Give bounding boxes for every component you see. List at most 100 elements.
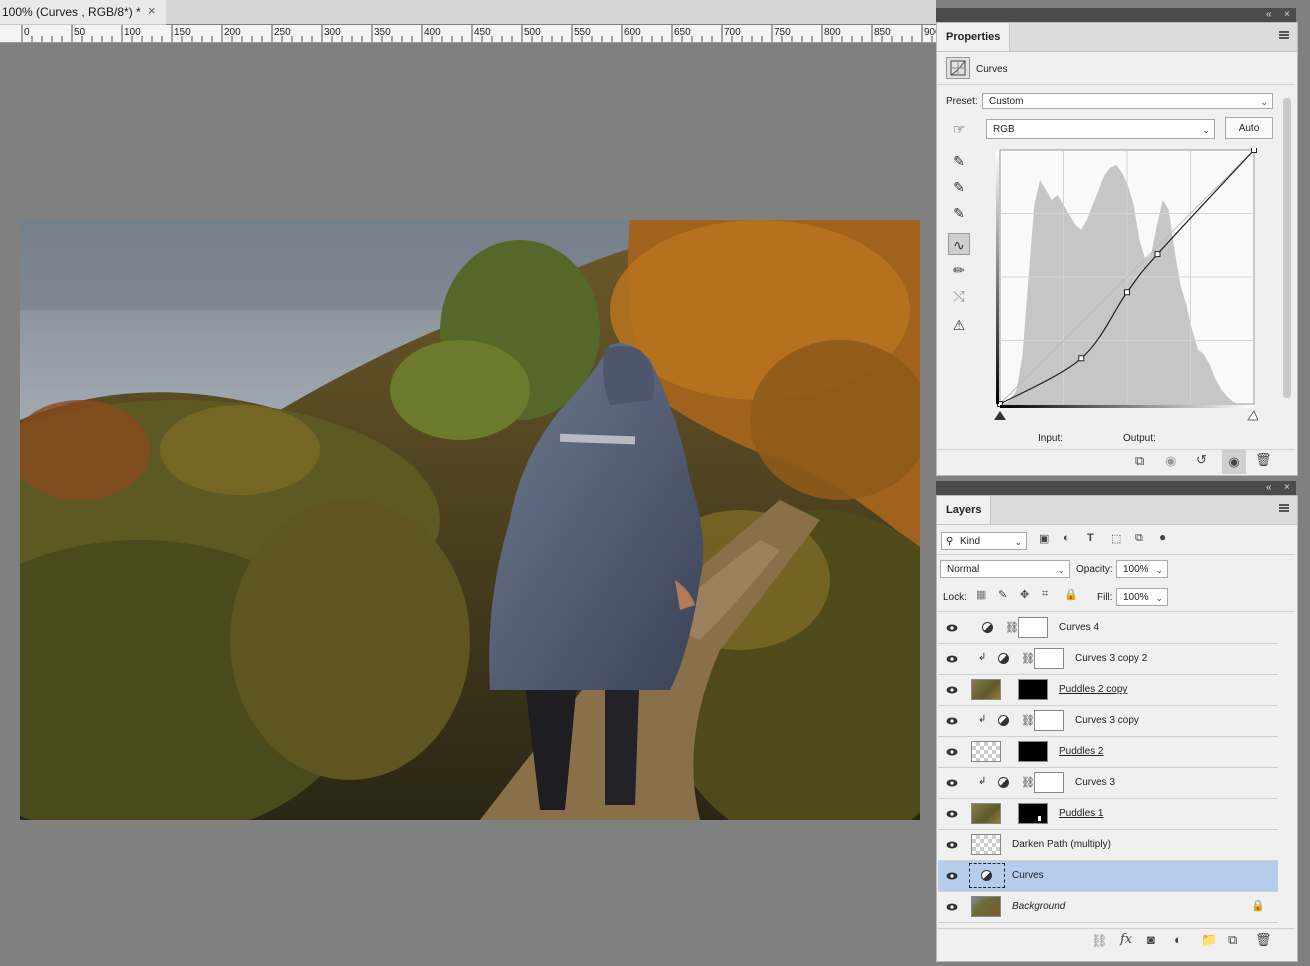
reset-icon[interactable]: ↺ [1196, 452, 1207, 468]
new-adjustment-layer-icon[interactable]: ◐ [1174, 932, 1182, 947]
fill-field[interactable]: 100% ⌄ [1116, 588, 1168, 606]
layer-mask-thumbnail[interactable] [1018, 617, 1048, 638]
target-adjust-icon[interactable]: ☞ [948, 118, 970, 140]
delete-icon[interactable]: 🗑 [1255, 452, 1272, 468]
layer-row-curves-4[interactable]: ⛓ Curves 4 [938, 613, 1278, 644]
layer-name[interactable]: Curves [1012, 870, 1044, 881]
clipping-warning-icon[interactable]: ⚠ [948, 314, 970, 336]
canvas-image[interactable] [20, 220, 920, 820]
layer-thumbnail[interactable] [971, 741, 1001, 762]
ruler-label: 650 [674, 27, 691, 38]
layer-name[interactable]: Curves 3 copy [1075, 715, 1139, 726]
lock-pixels-icon[interactable]: ✎ [998, 588, 1007, 601]
pixel-filter-icon[interactable]: ▣ [1039, 532, 1049, 545]
tab-layers[interactable]: Layers [937, 496, 992, 524]
smooth-curve-icon[interactable]: ⤭ [948, 285, 970, 307]
auto-button[interactable]: Auto [1225, 117, 1273, 139]
white-point-eyedropper-icon[interactable]: ✎ [948, 202, 970, 224]
layer-name[interactable]: Puddles 2 [1059, 746, 1103, 757]
layer-thumbnail[interactable] [971, 834, 1001, 855]
link-icon[interactable]: ⛓ [1005, 621, 1019, 634]
layer-row-puddles-2-copy[interactable]: Puddles 2 copy [938, 675, 1278, 706]
properties-scrollbar[interactable] [1281, 90, 1293, 440]
new-layer-icon[interactable]: ⧉ [1228, 932, 1237, 948]
close-icon[interactable]: × [148, 3, 156, 18]
opacity-field[interactable]: 100% ⌄ [1116, 560, 1168, 578]
tab-properties[interactable]: Properties [937, 23, 1011, 51]
layer-mask-thumbnail[interactable] [1018, 803, 1048, 824]
document-tab[interactable]: 100% (Curves , RGB/8*) * × [0, 0, 166, 25]
layer-name[interactable]: Curves 4 [1059, 622, 1099, 633]
layer-row-puddles-1[interactable]: Puddles 1 [938, 799, 1278, 830]
layer-name[interactable]: Background [1012, 901, 1065, 912]
eye-icon[interactable] [946, 653, 958, 665]
layer-mask-thumbnail[interactable] [1018, 679, 1048, 700]
new-group-icon[interactable]: 📁 [1201, 932, 1217, 948]
eye-icon[interactable] [946, 684, 958, 696]
layer-row-curves[interactable]: Curves [938, 861, 1278, 892]
layer-thumbnail[interactable] [971, 803, 1001, 824]
layer-name[interactable]: Darken Path (multiply) [1012, 839, 1111, 850]
layer-name[interactable]: Curves 3 [1075, 777, 1115, 788]
layer-thumbnail[interactable] [971, 896, 1001, 917]
collapse-icon[interactable]: « [1266, 9, 1272, 20]
lock-all-icon[interactable]: 🔒 [1064, 588, 1078, 601]
panel-menu-icon[interactable] [1279, 504, 1289, 512]
preset-dropdown[interactable]: Custom ⌄ [982, 93, 1273, 109]
link-icon[interactable]: ⛓ [1021, 652, 1035, 665]
smart-object-filter-icon[interactable]: ⧉ [1135, 532, 1143, 545]
layer-thumbnail[interactable] [971, 679, 1001, 700]
layer-mask-thumbnail[interactable] [1034, 772, 1064, 793]
scrollbar-thumb[interactable] [1283, 98, 1291, 398]
curves-graph[interactable] [994, 147, 1259, 428]
link-icon[interactable]: ⛓ [1021, 776, 1035, 789]
visibility-icon[interactable]: ◉ [1222, 450, 1246, 474]
shape-filter-icon[interactable]: ⬚ [1111, 532, 1121, 545]
layer-mask-thumbnail[interactable] [1018, 741, 1048, 762]
eye-icon[interactable] [946, 746, 958, 758]
link-layers-icon[interactable]: ⛓ [1091, 933, 1108, 949]
layer-name[interactable]: Puddles 1 [1059, 808, 1103, 819]
eye-icon[interactable] [946, 622, 958, 634]
channel-dropdown[interactable]: RGB ⌄ [986, 119, 1215, 139]
eye-icon[interactable] [946, 870, 958, 882]
adjustment-filter-icon[interactable]: ◐ [1063, 532, 1070, 544]
link-icon[interactable]: ⛓ [1021, 714, 1035, 727]
eye-icon[interactable] [946, 715, 958, 727]
panel-menu-icon[interactable] [1279, 31, 1289, 39]
black-point-eyedropper-icon[interactable]: ✎ [948, 150, 970, 172]
type-filter-icon[interactable]: T [1087, 532, 1094, 544]
layer-row-background[interactable]: Background 🔒 [938, 892, 1278, 923]
gray-point-eyedropper-icon[interactable]: ✎ [948, 176, 970, 198]
lock-position-icon[interactable]: ✥ [1020, 588, 1029, 601]
layer-row-curves-3-copy[interactable]: ↲ ⛓ Curves 3 copy [938, 706, 1278, 737]
collapse-icon[interactable]: « [1266, 482, 1272, 493]
layer-row-curves-3[interactable]: ↲ ⛓ Curves 3 [938, 768, 1278, 799]
eye-icon[interactable] [946, 839, 958, 851]
lock-transparent-icon[interactable]: ▦ [976, 588, 986, 601]
filter-toggle-icon[interactable]: ● [1159, 530, 1166, 544]
curve-point-tool-icon[interactable]: ∿ [948, 233, 970, 255]
delete-layer-icon[interactable]: 🗑 [1255, 932, 1272, 948]
layer-mask-thumbnail[interactable] [1034, 710, 1064, 731]
layer-row-puddles-2[interactable]: Puddles 2 [938, 737, 1278, 768]
filter-kind-dropdown[interactable]: ⚲ Kind ⌄ [941, 532, 1027, 550]
layer-mask-thumbnail[interactable] [1034, 648, 1064, 669]
blend-mode-dropdown[interactable]: Normal ⌄ [940, 560, 1070, 578]
add-mask-icon[interactable]: ◙ [1147, 932, 1155, 947]
lock-artboard-icon[interactable]: ⌗ [1042, 588, 1048, 601]
eye-icon[interactable] [946, 901, 958, 913]
close-panel-icon[interactable]: × [1284, 9, 1290, 20]
layer-name[interactable]: Curves 3 copy 2 [1075, 653, 1147, 664]
layer-thumbnail-selected[interactable] [969, 863, 1005, 888]
layer-row-darken-path[interactable]: Darken Path (multiply) [938, 830, 1278, 861]
layer-style-icon[interactable]: fx [1120, 932, 1132, 947]
close-panel-icon[interactable]: × [1284, 482, 1290, 493]
layer-name[interactable]: Puddles 2 copy [1059, 684, 1127, 695]
view-previous-state-icon[interactable]: ◉ [1165, 453, 1176, 469]
layer-row-curves-3-copy-2[interactable]: ↲ ⛓ Curves 3 copy 2 [938, 644, 1278, 675]
eye-icon[interactable] [946, 777, 958, 789]
clip-to-layer-icon[interactable]: ⧉ [1135, 453, 1144, 469]
eye-icon[interactable] [946, 808, 958, 820]
pencil-icon[interactable]: ✏ [948, 259, 970, 281]
